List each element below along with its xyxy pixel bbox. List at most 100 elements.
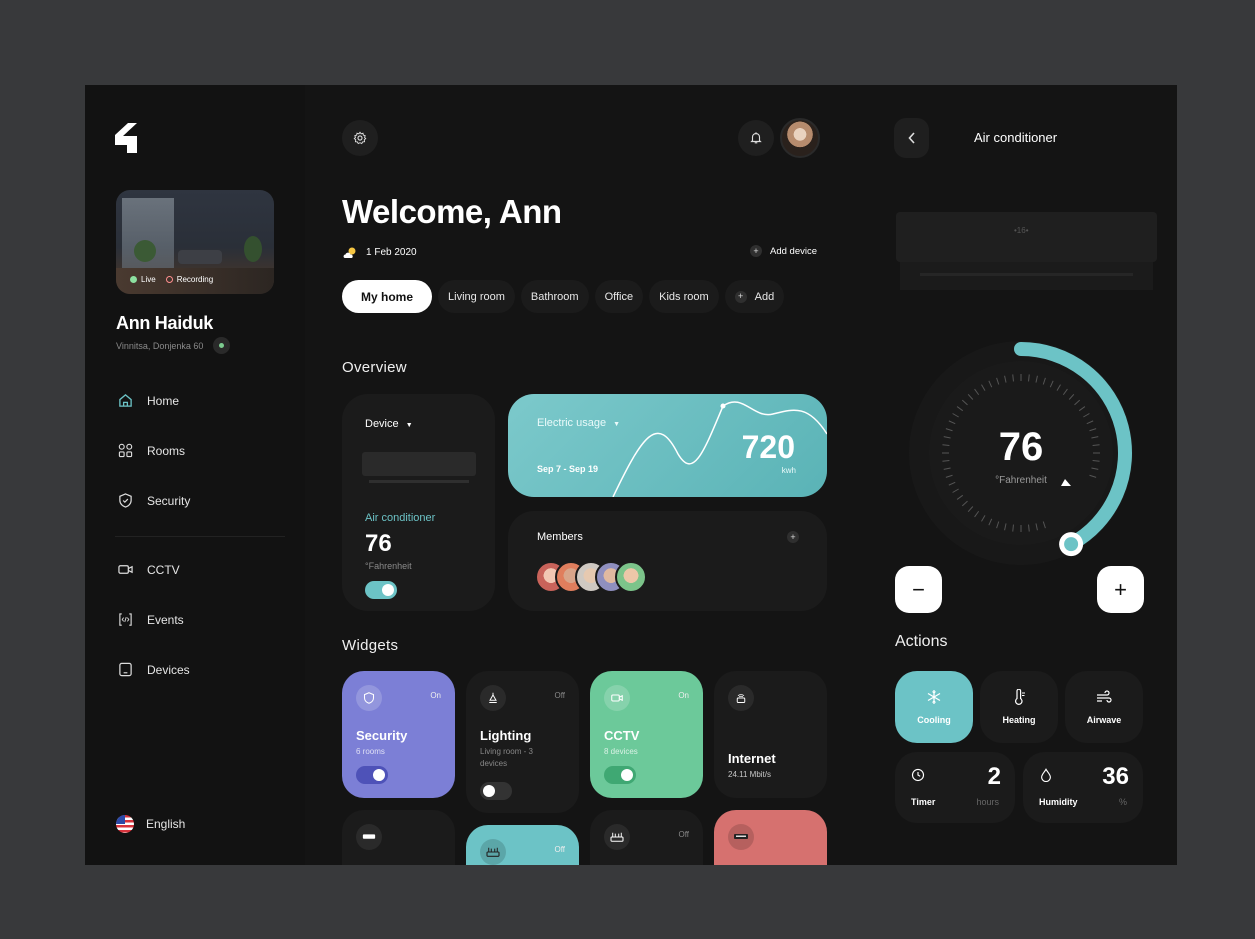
address-dropdown-button[interactable] — [213, 337, 230, 354]
sidebar-item-rooms[interactable]: Rooms — [118, 443, 185, 458]
sidebar-item-label: Events — [147, 612, 184, 627]
air-conditioner-image: •16• — [896, 212, 1157, 297]
tab-my-home[interactable]: My home — [342, 280, 433, 313]
electric-usage-card[interactable]: Electric usage ▼ Sep 7 - Sep 19 720 kwh — [508, 394, 827, 497]
ac-display: •16• — [1014, 226, 1029, 235]
device-toggle[interactable] — [365, 581, 397, 599]
cctv-toggle[interactable] — [604, 766, 636, 784]
usage-unit: kwh — [781, 466, 796, 475]
usage-date-range: Sep 7 - Sep 19 — [537, 464, 599, 474]
lamp-icon — [480, 685, 506, 711]
device-dropdown[interactable]: Device ▼ — [365, 418, 413, 430]
device-detail-panel: Air conditioner •16• 76 °Fahrenheit − + … — [865, 85, 1177, 865]
wind-icon — [1097, 690, 1112, 703]
main-content: Welcome, Ann 1 Feb 2020 + Add device My … — [305, 85, 865, 865]
widget-subtitle: Living room - 3 devices — [480, 747, 533, 768]
heater-widget[interactable] — [714, 810, 827, 865]
members-label: Members — [537, 531, 583, 543]
dial-knob-indicator — [1064, 537, 1079, 552]
panel-title: Air conditioner — [974, 130, 1058, 145]
language-label: English — [146, 817, 186, 831]
increase-temperature-button[interactable]: + — [1097, 566, 1144, 613]
overview-title: Overview — [342, 359, 407, 376]
user-name: Ann Haiduk — [116, 313, 214, 333]
timer-unit: hours — [976, 797, 999, 807]
user-avatar[interactable] — [780, 118, 820, 158]
device-card[interactable]: Device ▼ Air conditioner 76 °Fahrenheit — [342, 394, 495, 611]
notifications-button[interactable] — [738, 120, 774, 156]
heating-button[interactable]: Heating — [980, 671, 1058, 743]
decrease-temperature-button[interactable]: − — [895, 566, 942, 613]
member-avatar[interactable] — [615, 561, 647, 593]
lighting-toggle[interactable] — [480, 782, 512, 800]
air-conditioner-widget[interactable] — [342, 810, 455, 865]
sidebar-item-security[interactable]: Security — [118, 493, 190, 508]
lighting-widget[interactable]: Off Lighting Living room - 3 devices — [466, 671, 579, 813]
rooms-icon — [118, 443, 133, 458]
snowflake-icon — [927, 690, 941, 704]
timer-card[interactable]: 2 Timer hours — [895, 752, 1015, 823]
app-window: Live Recording Ann Haiduk Vinnitsa, Donj… — [85, 85, 1177, 865]
add-room-button[interactable]: + Add — [724, 280, 785, 313]
user-address: Vinnitsa, Donjenka 60 — [116, 341, 204, 351]
add-device-button[interactable]: + Add device — [750, 245, 817, 257]
router-icon — [728, 685, 754, 711]
timer-value: 2 — [987, 763, 1001, 790]
device-name: Air conditioner — [365, 512, 436, 524]
sidebar-item-home[interactable]: Home — [118, 393, 179, 408]
clock-icon — [911, 768, 925, 782]
widget-subtitle: 8 devices — [604, 747, 638, 756]
sidebar-item-label: Home — [147, 393, 180, 408]
gear-icon — [353, 131, 367, 145]
bell-icon — [750, 132, 762, 144]
security-toggle[interactable] — [356, 766, 388, 784]
sidebar-item-label: Devices — [147, 662, 190, 677]
sidebar-item-label: Security — [147, 493, 191, 508]
shield-icon — [119, 493, 132, 508]
router-icon — [604, 824, 630, 850]
room-camera-preview[interactable]: Live Recording — [116, 190, 274, 294]
tab-office[interactable]: Office — [594, 280, 644, 313]
widget-state: Off — [678, 830, 689, 839]
back-button[interactable] — [894, 118, 929, 158]
room-tabs: My home Living room Bathroom Office Kids… — [342, 280, 785, 313]
sidebar-item-cctv[interactable]: CCTV — [118, 562, 180, 577]
add-member-button[interactable]: + — [787, 531, 799, 543]
airwave-button[interactable]: Airwave — [1065, 671, 1143, 743]
target-temperature: 76 — [998, 425, 1044, 469]
timer-label: Timer — [911, 797, 936, 807]
security-widget[interactable]: On Security 6 rooms — [342, 671, 455, 798]
cctv-widget[interactable]: On CCTV 8 devices — [590, 671, 703, 798]
air-conditioner-icon — [356, 824, 382, 850]
air-conditioner-image — [362, 452, 476, 488]
tab-kids-room[interactable]: Kids room — [649, 280, 719, 313]
widget-state: On — [678, 691, 689, 700]
widget-subtitle: 6 rooms — [356, 747, 385, 756]
sidebar-item-label: CCTV — [147, 562, 180, 577]
widget-title: Security — [356, 728, 408, 743]
tab-bathroom[interactable]: Bathroom — [520, 280, 589, 313]
widget-title: Internet — [728, 751, 776, 766]
network-widget[interactable]: Off — [590, 810, 703, 865]
camera-icon — [118, 565, 133, 574]
cooling-button[interactable]: Cooling — [895, 671, 973, 743]
us-flag-icon — [116, 815, 134, 833]
tab-living-room[interactable]: Living room — [438, 280, 515, 313]
chevron-left-icon — [907, 132, 915, 144]
router-widget[interactable]: Off — [466, 825, 579, 865]
shield-icon — [356, 685, 382, 711]
sidebar: Live Recording Ann Haiduk Vinnitsa, Donj… — [85, 85, 305, 865]
page-title: Welcome, Ann — [342, 193, 562, 230]
electric-usage-dropdown[interactable]: Electric usage ▼ — [537, 417, 620, 429]
internet-widget[interactable]: Internet 24.11 Mbit/s — [714, 671, 827, 798]
device-temperature: 76 — [365, 530, 392, 557]
widget-state: Off — [554, 845, 565, 854]
sidebar-item-devices[interactable]: Devices — [118, 662, 190, 677]
settings-button[interactable] — [342, 120, 378, 156]
members-card: Members + — [508, 511, 827, 611]
date-row: 1 Feb 2020 — [342, 245, 417, 259]
language-selector[interactable]: English — [116, 815, 185, 833]
sidebar-item-events[interactable]: Events — [118, 612, 184, 627]
humidity-card[interactable]: 36 Humidity % — [1023, 752, 1143, 823]
thermometer-icon — [1015, 689, 1025, 705]
